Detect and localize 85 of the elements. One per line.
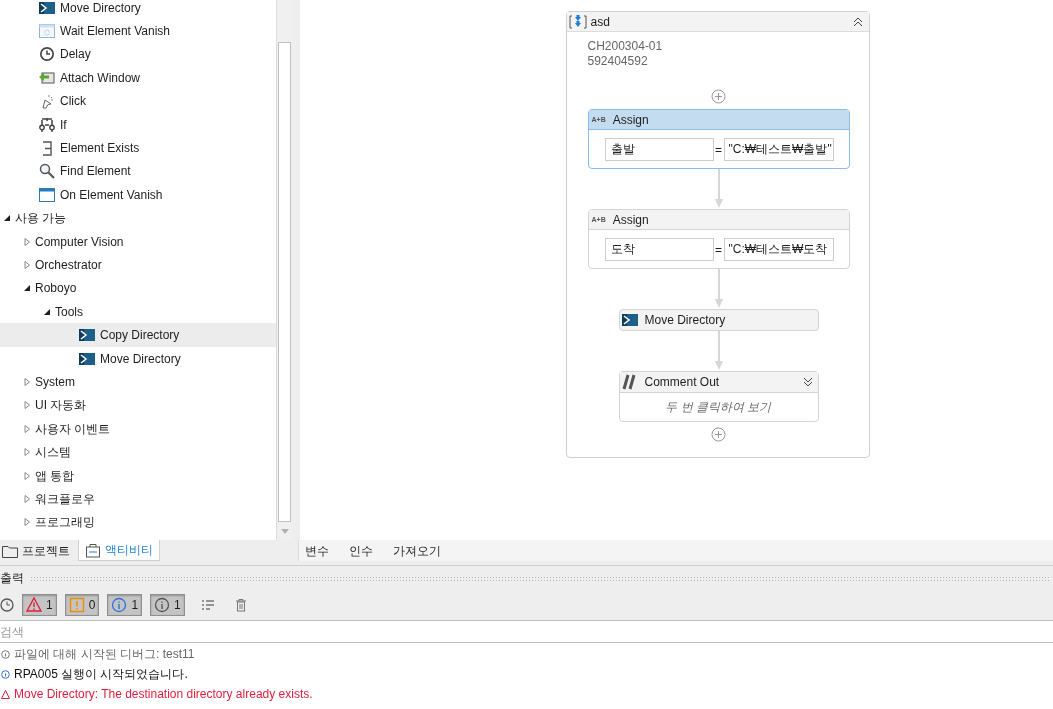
expand-icon xyxy=(801,376,814,388)
tree-item[interactable]: Element Exists xyxy=(0,136,276,160)
warning-icon xyxy=(68,597,85,613)
activity-title: Assign xyxy=(612,211,649,229)
tree-item[interactable]: 시스템 xyxy=(0,440,276,464)
tree-item[interactable]: Delay xyxy=(0,42,276,67)
terminal-icon xyxy=(79,350,95,367)
designer-tab[interactable]: 인수 xyxy=(349,541,373,560)
search-field[interactable]: 검색 xyxy=(0,620,1053,643)
tree-item[interactable]: Tools xyxy=(0,300,276,324)
annotation-text: CH200304-01 xyxy=(587,39,664,54)
tree-item[interactable]: 앱 통합 xyxy=(0,463,276,488)
info-icon xyxy=(1,649,10,659)
error-icon xyxy=(26,597,42,613)
sequence-title: asd xyxy=(590,13,611,31)
info-icon xyxy=(1,669,10,679)
annotation-text: 592404592 xyxy=(587,54,649,69)
activity-title: Comment Out xyxy=(644,374,721,391)
tree-item[interactable]: 사용자 이벤트 xyxy=(0,417,276,441)
equals-sign: = xyxy=(714,141,723,159)
scrollbar-thumb[interactable] xyxy=(278,42,291,522)
scrollbar[interactable] xyxy=(276,0,292,540)
toolbox-icon xyxy=(85,542,101,558)
collapse-icon xyxy=(851,15,864,28)
add-icon xyxy=(711,89,726,104)
filter-button[interactable]: 0 xyxy=(64,594,100,616)
log-message: RPA005 실행이 시작되었습니다. xyxy=(14,666,188,683)
clock-icon xyxy=(0,598,14,612)
activity-title: Move Directory xyxy=(644,312,726,329)
search-icon xyxy=(39,163,55,180)
connector-arrow xyxy=(713,269,724,309)
tree-item[interactable]: 워크플로우 xyxy=(0,487,276,511)
tree-item[interactable]: Find Element xyxy=(0,159,276,184)
tree-item[interactable]: Wait Element Vanish xyxy=(0,19,276,43)
connector-arrow xyxy=(713,169,724,209)
clock-icon xyxy=(39,46,55,63)
designer-tab[interactable]: 변수 xyxy=(305,541,329,560)
tree-item[interactable]: Roboyo xyxy=(0,276,276,301)
panel-tab[interactable]: 액티비티 xyxy=(78,540,160,561)
tree-item[interactable]: Move Directory xyxy=(0,346,276,371)
folder-icon xyxy=(2,543,18,558)
comment-out-activity[interactable]: Comment Out 두 번 클릭하여 보기 xyxy=(618,371,819,422)
tree-item[interactable]: 사용 가능 xyxy=(0,206,276,230)
trash-icon xyxy=(234,598,247,612)
info-icon xyxy=(154,597,171,613)
input-field[interactable]: 출발 xyxy=(604,138,714,161)
terminal-icon xyxy=(621,312,638,328)
tree-item[interactable]: System xyxy=(0,370,276,394)
tree-item[interactable]: 프로그래밍 xyxy=(0,510,276,534)
panel-tab[interactable]: 프로젝트 xyxy=(0,540,78,561)
window-icon xyxy=(39,23,55,40)
terminal-icon xyxy=(79,327,95,344)
activity-title: Assign xyxy=(612,111,649,129)
designer-tab[interactable]: 가져오기 xyxy=(393,541,441,560)
log-message: 파일에 대해 시작된 디버그: test11 xyxy=(14,646,195,663)
equals-sign: = xyxy=(714,241,723,259)
info-icon xyxy=(111,597,128,613)
connector-arrow xyxy=(713,331,724,371)
log-message: Move Directory: The destination directory already exists. xyxy=(14,686,313,703)
tree-item[interactable]: UI 자동화 xyxy=(0,393,276,418)
input-field[interactable]: "C:₩테스트₩출발" xyxy=(723,138,834,161)
tree-item[interactable]: Copy Directory xyxy=(0,323,276,347)
filter-button[interactable]: 1 xyxy=(150,594,185,616)
sequence-icon xyxy=(568,13,587,30)
tree-item[interactable]: Computer Vision xyxy=(0,229,276,254)
tree-item[interactable]: Move Directory xyxy=(0,0,276,20)
tree-item[interactable]: If xyxy=(0,112,276,137)
tree-item[interactable]: On Element Vanish xyxy=(0,183,276,207)
tree-item[interactable]: Attach Window xyxy=(0,66,276,90)
tree-item[interactable]: Click xyxy=(0,89,276,113)
filter-button[interactable]: 1 xyxy=(107,594,143,616)
move-directory-activity[interactable]: Move Directory xyxy=(618,309,819,331)
branch-icon xyxy=(39,116,55,133)
cursor-icon xyxy=(39,93,55,110)
window-icon xyxy=(39,186,55,203)
scroll-down-icon[interactable] xyxy=(279,529,290,535)
warning-icon xyxy=(1,689,10,699)
add-icon xyxy=(711,427,726,442)
list-settings-icon xyxy=(200,599,215,611)
input-field[interactable]: "C:₩테스트₩도착 xyxy=(723,238,834,261)
filter-button[interactable]: 1 xyxy=(22,594,57,616)
panel-title: 출력 xyxy=(0,570,24,587)
tree-item[interactable]: Orchestrator xyxy=(0,253,276,277)
hint-text: 두 번 클릭하여 보기 xyxy=(664,399,773,416)
input-field[interactable]: 도착 xyxy=(604,238,714,261)
